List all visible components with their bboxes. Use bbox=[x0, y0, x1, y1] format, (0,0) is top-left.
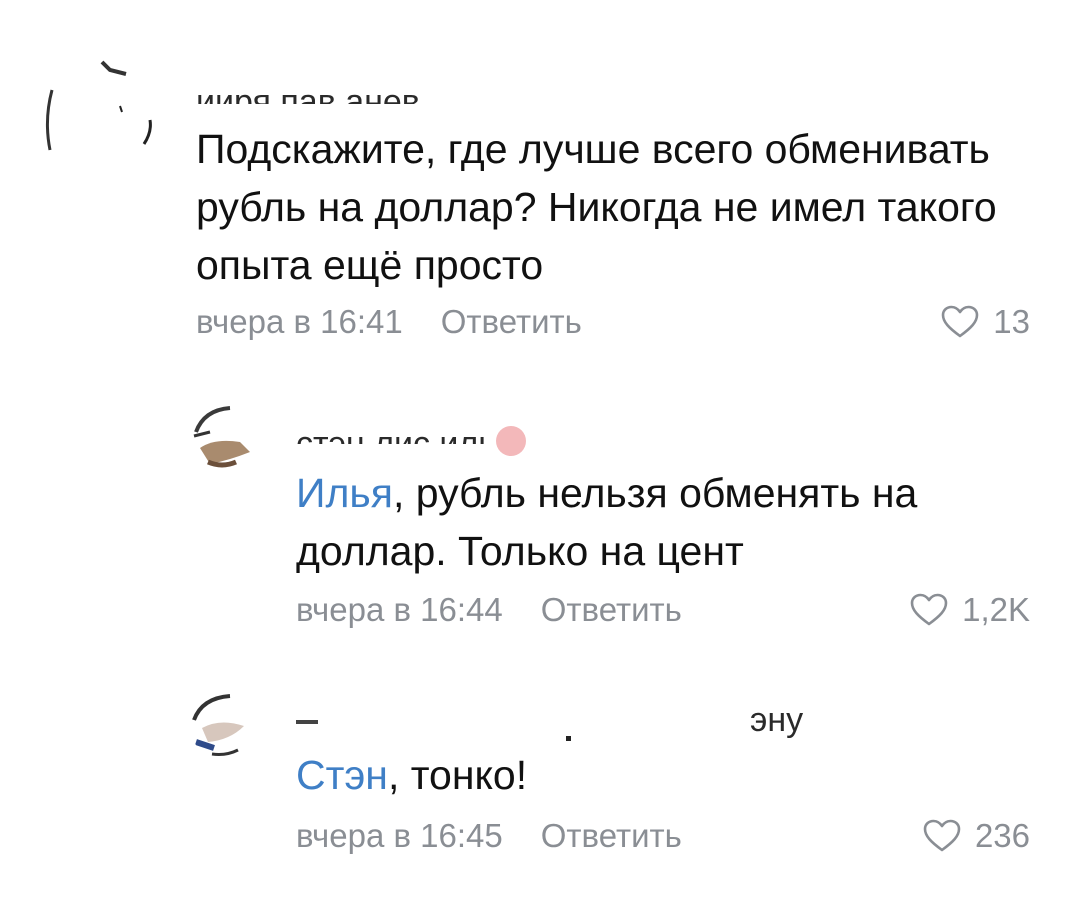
mention-link[interactable]: Стэн bbox=[296, 752, 388, 798]
heart-outline-icon bbox=[941, 305, 979, 338]
mention-link[interactable]: Илья bbox=[296, 470, 393, 516]
like-button[interactable]: 13 bbox=[941, 302, 1030, 342]
comment-text: Илья, рубль нельзя обменять на доллар. Т… bbox=[296, 470, 918, 574]
comment-text: Стэн, тонко! bbox=[296, 752, 528, 798]
comment-reply: стэн лис илье Илья, рубль нельзя обменят… bbox=[0, 380, 1080, 650]
like-count: 1,2K bbox=[962, 591, 1030, 628]
comment-meta: вчера в 16:41 Ответить bbox=[196, 302, 582, 342]
comment-meta: вчера в 16:44 Ответить bbox=[296, 590, 682, 630]
reply-button[interactable]: Ответить bbox=[541, 591, 682, 628]
like-count: 13 bbox=[993, 303, 1030, 340]
comment-text: Подскажите, где лучше всего обменивать р… bbox=[196, 126, 997, 288]
comment: ииря пав анев Подскажите, где лучше всег… bbox=[0, 0, 1080, 360]
reply-button[interactable]: Ответить bbox=[541, 817, 682, 854]
comment-time: вчера в 16:44 bbox=[296, 591, 503, 628]
like-button[interactable]: 236 bbox=[923, 816, 1030, 856]
reply-button[interactable]: Ответить bbox=[441, 303, 582, 340]
comment-meta: вчера в 16:45 Ответить bbox=[296, 816, 682, 856]
comment-author[interactable]: эну bbox=[750, 700, 870, 740]
comment-author[interactable]: стэн лис илье bbox=[296, 404, 666, 444]
comment-time: вчера в 16:45 bbox=[296, 817, 503, 854]
author-fragment-mark bbox=[296, 720, 318, 738]
avatar[interactable] bbox=[40, 60, 160, 180]
heart-outline-icon bbox=[910, 593, 948, 626]
avatar[interactable] bbox=[190, 402, 264, 476]
avatar[interactable] bbox=[190, 688, 264, 762]
heart-outline-icon bbox=[923, 819, 961, 852]
author-fragment-dot bbox=[566, 736, 571, 741]
comment-reply: эну Стэн, тонко! вчера в 16:45 Ответить 2… bbox=[0, 670, 1080, 910]
comment-author[interactable]: ииря пав анев bbox=[196, 64, 566, 104]
comment-time: вчера в 16:41 bbox=[196, 303, 403, 340]
like-button[interactable]: 1,2K bbox=[910, 590, 1030, 630]
verified-badge-icon bbox=[496, 426, 526, 456]
like-count: 236 bbox=[974, 817, 1030, 854]
